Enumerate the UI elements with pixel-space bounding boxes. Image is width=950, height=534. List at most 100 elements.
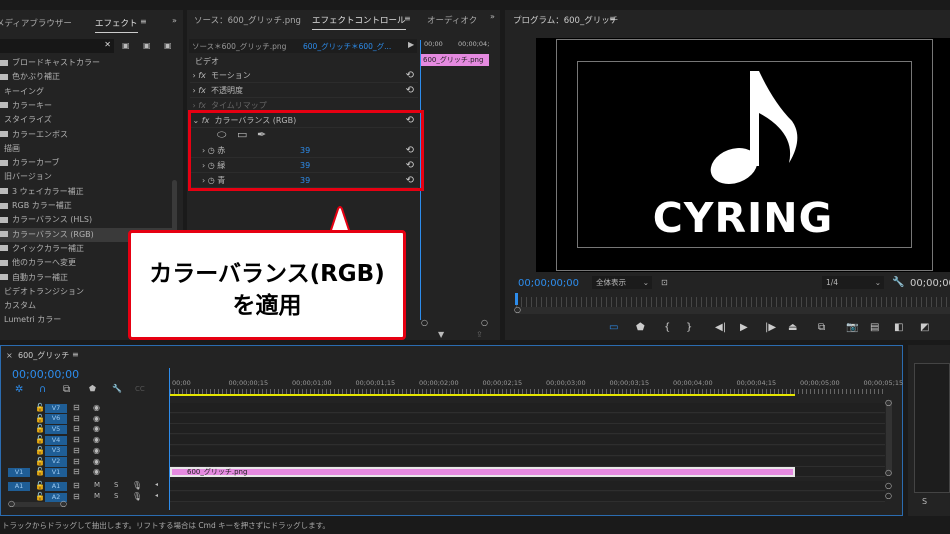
lock-icon[interactable]: 🔓: [35, 414, 45, 423]
sync-lock-icon[interactable]: ⊟: [73, 481, 80, 490]
yuv-icon[interactable]: ▣: [164, 41, 172, 50]
tab-effects[interactable]: エフェクト: [95, 17, 138, 33]
track-lane[interactable]: [170, 413, 885, 424]
sequence-tab[interactable]: 600_グリッチ: [18, 350, 69, 361]
program-playhead[interactable]: [515, 293, 518, 305]
vertical-scrollbar[interactable]: [886, 400, 892, 475]
effect-motion[interactable]: › fx モーション ⟲: [190, 68, 418, 83]
step-forward-button[interactable]: |▶: [765, 322, 776, 333]
effect-list-item[interactable]: カラーバランス (HLS): [0, 213, 172, 227]
lock-icon[interactable]: 🔓: [35, 457, 45, 466]
track-target-V1[interactable]: V1: [45, 467, 67, 478]
lift-button[interactable]: ⏏: [788, 322, 797, 333]
accelerated-effects-icon[interactable]: ▣: [122, 41, 130, 50]
menu-icon[interactable]: ≡: [609, 14, 616, 23]
menu-icon[interactable]: ≡: [72, 350, 79, 359]
sync-lock-icon[interactable]: ⊟: [73, 446, 80, 455]
effect-list-item[interactable]: カラーエンボス: [0, 128, 172, 142]
tab-source[interactable]: ソース：600_グリッチ.png: [194, 14, 301, 26]
expand-icon[interactable]: »: [490, 12, 495, 21]
volume-icon[interactable]: ◂: [155, 492, 158, 499]
eye-icon[interactable]: ◉: [93, 435, 100, 444]
scroll-handle[interactable]: ○: [885, 481, 892, 490]
add-marker-button[interactable]: ⬟: [636, 322, 645, 333]
snap-icon[interactable]: ∩: [39, 384, 46, 395]
timeline-playhead[interactable]: [169, 368, 170, 510]
source-patch-a1[interactable]: A1: [8, 481, 30, 491]
microphone-icon[interactable]: 🎙: [132, 481, 142, 490]
timeline-ruler[interactable]: [170, 389, 885, 394]
track-lane[interactable]: [170, 456, 885, 467]
sync-lock-icon[interactable]: ⊟: [73, 403, 80, 412]
track-target-V5[interactable]: V5: [45, 424, 67, 435]
clear-icon[interactable]: ✕: [104, 40, 111, 49]
step-back-button[interactable]: ◀|: [715, 322, 726, 333]
program-timecode[interactable]: 00;00;00;00: [518, 278, 579, 289]
mark-out-button[interactable]: }: [686, 322, 692, 333]
track-lane[interactable]: [170, 492, 885, 502]
play-only-icon[interactable]: ▶: [408, 40, 414, 49]
comparison-view-button[interactable]: ▤: [870, 322, 879, 333]
tab-media-browser[interactable]: メディアブラウザー: [0, 17, 72, 29]
track-target-V4[interactable]: V4: [45, 435, 67, 446]
eye-icon[interactable]: ◉: [93, 403, 100, 412]
eye-icon[interactable]: ◉: [93, 414, 100, 423]
reset-icon[interactable]: ⟲: [406, 83, 414, 98]
effect-opacity[interactable]: › fx 不透明度 ⟲: [190, 83, 418, 98]
track-target-V6[interactable]: V6: [45, 414, 67, 424]
sync-lock-icon[interactable]: ⊟: [73, 435, 80, 444]
close-icon[interactable]: ×: [6, 351, 13, 360]
extract-button[interactable]: ⧉: [818, 322, 825, 333]
wrench-icon[interactable]: 🔧: [112, 384, 122, 393]
scroll-handle[interactable]: ○: [60, 499, 67, 508]
effect-list-item[interactable]: 色かぶり補正: [0, 70, 172, 84]
solo-button[interactable]: S: [114, 481, 118, 489]
zoom-handle-right[interactable]: ○: [481, 318, 488, 327]
track-lane[interactable]: [170, 435, 885, 446]
tab-audio[interactable]: オーディオク: [427, 14, 477, 26]
linked-selection-icon[interactable]: ⧉: [63, 384, 70, 395]
volume-icon[interactable]: ◂: [155, 481, 158, 488]
solo-button[interactable]: S: [114, 492, 118, 500]
lock-icon[interactable]: 🔓: [35, 446, 45, 455]
eye-icon[interactable]: ◉: [93, 424, 100, 433]
program-scrubber[interactable]: [516, 297, 950, 307]
search-input[interactable]: ✕: [0, 39, 114, 53]
lock-icon[interactable]: 🔓: [35, 403, 45, 412]
wrench-icon[interactable]: 🔧: [892, 277, 904, 288]
lock-icon[interactable]: 🔓: [35, 424, 45, 433]
32bit-icon[interactable]: ▣: [143, 41, 151, 50]
effect-list-item[interactable]: カラーカーブ: [0, 156, 172, 170]
sync-lock-icon[interactable]: ⊟: [73, 467, 80, 476]
menu-icon[interactable]: ≡: [140, 17, 147, 26]
overlay-button[interactable]: ◧: [894, 322, 903, 333]
tab-effect-controls[interactable]: エフェクトコントロール: [312, 14, 406, 30]
timeline-timecode[interactable]: 00;00;00;00: [12, 368, 79, 381]
resolution-dropdown[interactable]: 1/4 ⌄: [822, 276, 884, 289]
lock-icon[interactable]: 🔓: [35, 435, 45, 444]
zoom-handle-left[interactable]: ○: [421, 318, 428, 327]
expand-icon[interactable]: »: [172, 16, 177, 25]
captions-icon[interactable]: CC: [135, 385, 145, 393]
effect-list-item[interactable]: RGB カラー補正: [0, 199, 172, 213]
effect-list-item[interactable]: ブロードキャストカラー: [0, 56, 172, 70]
nest-icon[interactable]: ✲: [15, 384, 23, 395]
source-patch-v1[interactable]: V1: [8, 467, 30, 478]
lock-icon[interactable]: 🔓: [35, 467, 45, 476]
track-lane[interactable]: [170, 481, 885, 491]
marker-icon[interactable]: ⬟: [89, 384, 96, 393]
lock-icon[interactable]: 🔓: [35, 492, 45, 501]
lock-icon[interactable]: 🔓: [35, 481, 45, 490]
track-lane[interactable]: [170, 424, 885, 435]
sync-lock-icon[interactable]: ⊟: [73, 492, 80, 501]
scroll-handle[interactable]: ○: [885, 491, 892, 500]
effect-list-item[interactable]: 旧バージョン: [0, 170, 172, 184]
sync-lock-icon[interactable]: ⊟: [73, 414, 80, 423]
microphone-icon[interactable]: 🎙: [132, 492, 142, 501]
sync-lock-icon[interactable]: ⊟: [73, 424, 80, 433]
export-icon[interactable]: ⇪: [476, 330, 483, 339]
eye-icon[interactable]: ◉: [93, 467, 100, 476]
solo-button[interactable]: S: [922, 497, 927, 506]
zoom-handle[interactable]: ○: [514, 305, 521, 314]
filter-icon[interactable]: ▼: [438, 330, 444, 339]
